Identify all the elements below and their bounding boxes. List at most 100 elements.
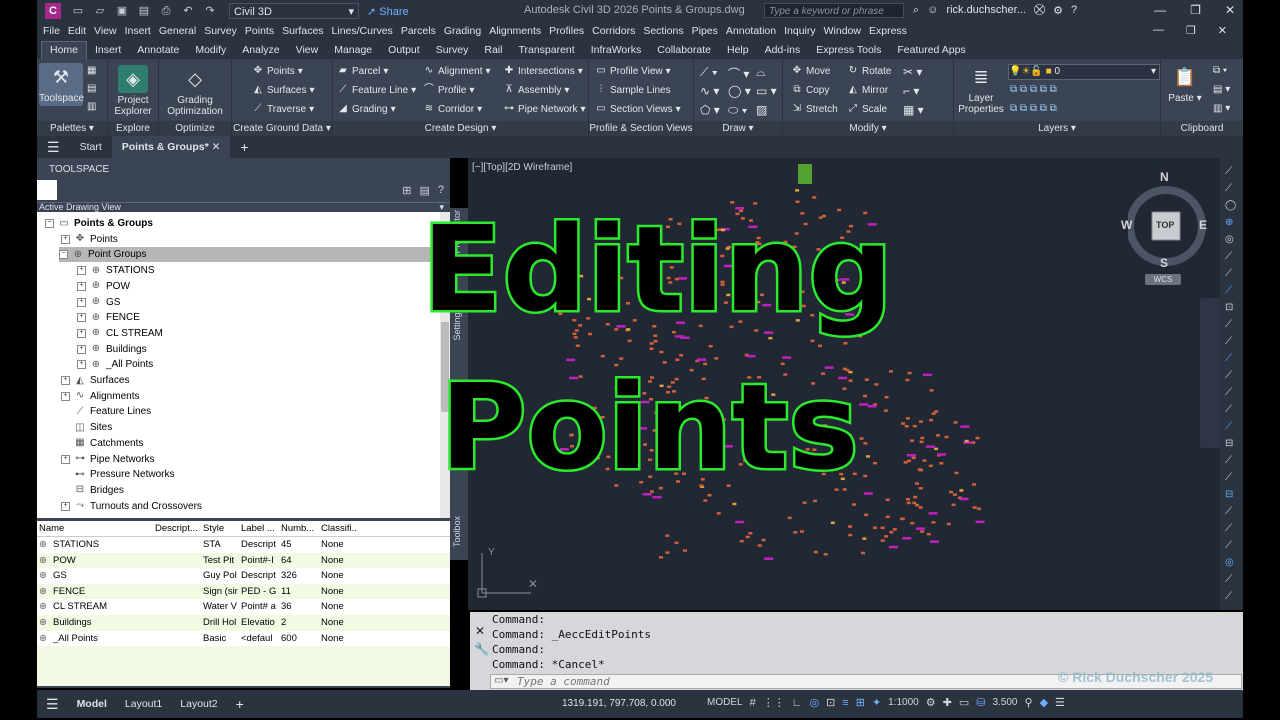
tool-palette-icon[interactable]: ⟋: [1225, 251, 1232, 262]
column-header[interactable]: Numb...: [281, 521, 319, 536]
tab-modify[interactable]: Modify: [187, 42, 234, 59]
profile-button[interactable]: ⌒ Profile ▾: [423, 84, 474, 96]
elevation-value[interactable]: 3.500: [992, 697, 1017, 708]
ellipse-icon[interactable]: ⬭ ▾: [728, 103, 747, 118]
layout-menu-icon[interactable]: ☰: [37, 690, 68, 718]
share-button[interactable]: ➚ Share: [367, 5, 409, 18]
corridor-button[interactable]: ≋ Corridor ▾: [423, 103, 482, 115]
menu-express[interactable]: Express: [869, 25, 907, 37]
new-file-icon[interactable]: ▭: [70, 4, 86, 18]
palette-icon-1[interactable]: ▦: [87, 65, 96, 76]
column-header[interactable]: Name: [39, 521, 153, 536]
tab-transparent[interactable]: Transparent: [510, 42, 582, 59]
tool-palette-icon[interactable]: ⟋: [1225, 183, 1232, 194]
tree-item[interactable]: +⊷Pressure Networks: [61, 467, 174, 482]
assembly-button[interactable]: ⊼ Assembly ▾: [503, 84, 569, 96]
panel-title-modify[interactable]: Modify ▾: [783, 121, 953, 136]
tool-palette-icon[interactable]: ⟋: [1225, 336, 1232, 347]
tab-start[interactable]: Start: [70, 136, 112, 158]
intersections-button[interactable]: ✚ Intersections ▾: [503, 65, 583, 77]
tree-item[interactable]: + ⤳ Turnouts and Crossovers: [61, 499, 202, 514]
polyline-icon[interactable]: ⌒ ▾: [728, 65, 749, 82]
table-row[interactable]: _All Points Basic <defaul 600 None ⊕: [37, 630, 450, 647]
customize-icon[interactable]: ☰: [1055, 696, 1065, 709]
tree-item[interactable]: − ⊕ Point Groups: [59, 247, 439, 263]
column-header[interactable]: Descript...: [155, 521, 201, 536]
tree-item[interactable]: + ⊶ Pipe Networks: [61, 452, 154, 467]
project-explorer-button[interactable]: ◈ Project Explorer: [112, 65, 154, 117]
tool-palette-icon[interactable]: ◯: [1225, 200, 1236, 211]
cut-clip-icon[interactable]: ▤ ▾: [1213, 84, 1230, 95]
view-select[interactable]: Active Drawing View ▾: [37, 202, 450, 212]
tool-palette-icon[interactable]: ⟋: [1225, 540, 1232, 551]
tool-palette-icon[interactable]: ⟋: [1225, 285, 1232, 296]
tab-analyze[interactable]: Analyze: [234, 42, 287, 59]
list-view-icon[interactable]: ▤: [419, 184, 429, 197]
help-icon[interactable]: ?: [438, 184, 444, 197]
polar-icon[interactable]: ◎: [809, 696, 819, 709]
column-header[interactable]: Classifi...: [321, 521, 357, 536]
doc-close-icon[interactable]: ✕: [1218, 24, 1227, 37]
layer-properties-button[interactable]: ≣ Layer Properties: [958, 63, 1004, 116]
surfaces-button[interactable]: ◭ Surfaces ▾: [252, 84, 314, 96]
item-view-icon[interactable]: ⊞: [402, 184, 411, 197]
menu-view[interactable]: View: [94, 25, 117, 37]
circle-icon[interactable]: ◯ ▾: [728, 84, 751, 98]
annotation-scale[interactable]: 1:1000: [888, 697, 919, 708]
tab-settings-side[interactable]: Settings: [452, 308, 462, 341]
expand-icon[interactable]: +: [61, 234, 70, 244]
table-row[interactable]: POW Test Pit Point#-I 64 None ⊕: [37, 552, 450, 569]
tree-item[interactable]: + ⊕ _All Points: [77, 357, 153, 372]
civil3d-app-icon[interactable]: C: [45, 3, 61, 19]
restore-icon[interactable]: ❐: [1190, 3, 1201, 17]
tool-palette-icon[interactable]: ⟋: [1225, 404, 1232, 415]
collapse-icon[interactable]: −: [59, 250, 68, 260]
panel-title-palettes[interactable]: Palettes ▾: [37, 121, 107, 136]
tab-manage[interactable]: Manage: [326, 42, 380, 59]
menu-points[interactable]: Points: [245, 25, 274, 37]
column-header[interactable]: Style: [203, 521, 239, 536]
tool-palette-icon[interactable]: ⟋: [1225, 387, 1232, 398]
save-as-icon[interactable]: ▤: [136, 4, 152, 18]
tab-points-groups[interactable]: Points & Groups* ✕: [111, 136, 231, 158]
wcs-menu[interactable]: WCS: [1145, 274, 1181, 285]
rectangle-icon[interactable]: ▭ ▾: [756, 84, 777, 98]
tab-prospector[interactable]: Prospector: [452, 210, 462, 254]
close-icon[interactable]: ✕: [475, 624, 485, 638]
tab-home[interactable]: Home: [41, 41, 88, 59]
doc-restore-icon[interactable]: ❐: [1186, 24, 1196, 37]
tab-model[interactable]: Model: [68, 690, 116, 718]
compass-west[interactable]: W: [1121, 218, 1132, 232]
view-icon[interactable]: ▭: [959, 696, 969, 709]
tree-item[interactable]: − ▭ Points & Groups: [45, 216, 153, 231]
pipe-network-button[interactable]: ⊶ Pipe Network ▾: [503, 103, 586, 115]
tree-item[interactable]: + ⊕ POW: [77, 279, 130, 294]
tab-layout1[interactable]: Layout1: [116, 690, 171, 718]
plus-icon[interactable]: ✚: [943, 696, 952, 709]
compass-south[interactable]: S: [1160, 256, 1168, 270]
points-button[interactable]: ✥ Points ▾: [252, 65, 303, 77]
tree-item[interactable]: +▦Catchments: [61, 436, 143, 451]
table-row[interactable]: STATIONS STA Descript 45 None ⊕: [37, 537, 450, 553]
redo-icon[interactable]: ↷: [202, 4, 218, 18]
search-input[interactable]: Type a keyword or phrase: [764, 3, 904, 18]
gear-icon[interactable]: ⚙: [926, 696, 936, 709]
tree-item[interactable]: + ∿ Alignments: [61, 389, 139, 404]
table-row[interactable]: CL STREAM Water V Point# a 36 None ⊕: [37, 599, 450, 615]
collapse-icon[interactable]: −: [45, 219, 54, 228]
viewcube[interactable]: N S E W TOP: [1121, 170, 1208, 280]
drawing-canvas[interactable]: [−][Top][2D Wireframe] Y ✕ N S E W TOP W…: [468, 158, 1220, 610]
tab-toolbox[interactable]: Toolbox: [452, 516, 462, 547]
tool-palette-icon[interactable]: ⟋: [1225, 523, 1232, 534]
table-row[interactable]: FENCE Sign (sir PED - G 11 None ⊕: [37, 583, 450, 600]
scale-button[interactable]: ⤢ Scale: [847, 103, 887, 115]
minimize-icon[interactable]: —: [1154, 3, 1166, 17]
expand-icon[interactable]: +: [61, 454, 70, 464]
tool-palette-icon[interactable]: ⊟: [1225, 489, 1233, 500]
save-icon[interactable]: ▣: [114, 4, 130, 18]
tab-help[interactable]: Help: [719, 42, 757, 59]
expand-icon[interactable]: +: [77, 266, 86, 276]
expand-icon[interactable]: +: [77, 297, 86, 307]
tool-palette-icon[interactable]: ⟋: [1225, 353, 1232, 364]
rotate-button[interactable]: ↻ Rotate: [847, 65, 892, 77]
